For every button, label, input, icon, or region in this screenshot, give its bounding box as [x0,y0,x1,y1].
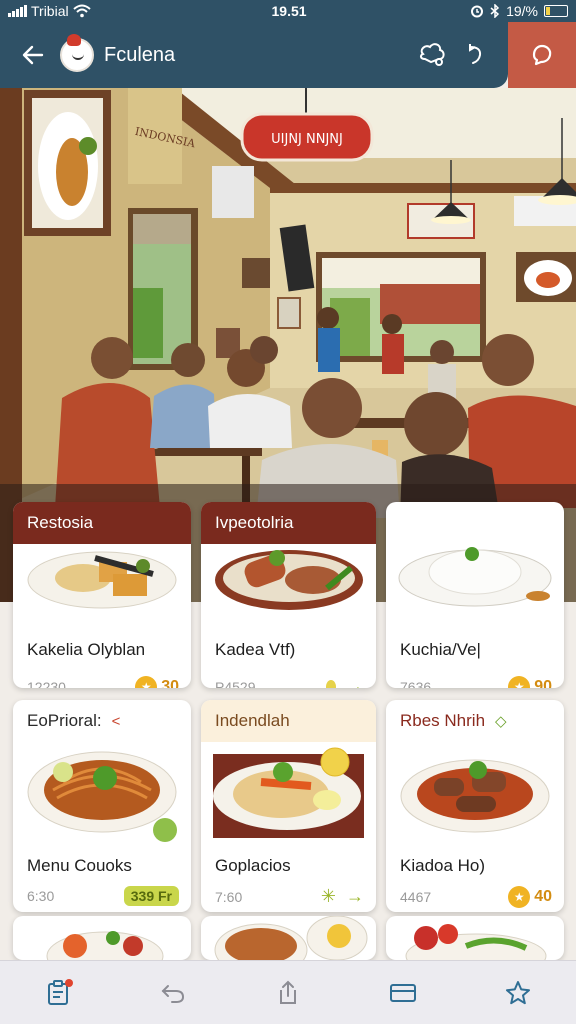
nav-share-button[interactable] [264,969,312,1017]
leaf-icon: ◇ [495,713,507,730]
dish-image [201,544,376,626]
card-footer: 6:30 339 Fr [13,876,191,906]
card-footer: 12230 ★ 30 [13,660,191,688]
menu-card[interactable] [386,916,564,960]
dish-image [386,544,564,626]
battery-percent: 19/% [506,3,538,19]
rating-value: 90 [534,678,552,688]
undo-arrow-icon [161,984,184,1003]
nav-orders-button[interactable] [34,969,82,1017]
dish-image [201,916,376,960]
chat-button[interactable] [508,22,576,88]
arrow-right-icon[interactable]: → [346,676,364,688]
menu-card[interactable]: Ivpeotolria Kadea Vtf) P4529 → [201,502,376,688]
rating-value: 339 Fr [123,886,179,906]
dish-name: Kakelia Olyblan [27,640,146,659]
dish-name: Kuchia/Ve| [400,640,481,659]
bluetooth-icon [490,4,500,18]
chevron-left-icon[interactable]: < [112,713,121,730]
wifi-icon [72,4,91,18]
rating-badge[interactable]: ★ 90 [508,676,552,688]
refresh-icon [469,44,482,64]
nav-back-button[interactable] [149,969,197,1017]
card-footer: 7636 ★ 90 [386,660,564,688]
category-label: Rbes Nhrih [400,711,486,730]
menu-card[interactable] [13,916,191,960]
arrow-right-icon[interactable]: → [346,886,364,907]
card-category: Rbes Nhrih ◇ [386,700,564,742]
status-right: 19/% [470,3,568,19]
clock: 19.51 [271,3,307,19]
star-icon: ★ [135,676,158,688]
rating-badge [326,679,336,688]
dish-image [13,544,191,626]
app-bar: Fculena [0,22,508,88]
back-button[interactable] [16,38,50,72]
menu-card[interactable]: Restosia Kakelia Olyblan 12230 ★ 30 [13,502,191,688]
dish-image [13,742,191,842]
status-bar: Tribial 19.51 19/% [0,0,576,22]
share-nodes-icon [419,43,445,66]
sparkle-icon: ✳ [320,886,336,906]
menu-card[interactable]: Rbes Nhrih ◇ Kiadoa Ho) 4467 ★ 40 [386,700,564,912]
dish-image [386,742,564,842]
signal-icon [8,5,27,17]
dish-name: Menu Couoks [27,856,132,875]
rating-value: 30 [161,678,179,688]
dish-price: P4529 [215,678,256,689]
lemon-icon [326,679,336,688]
card-category: EB [400,513,423,532]
dish-name: Kiadoa Ho) [400,856,486,875]
menu-card[interactable]: EoPrioral: < Menu Couoks 6:30 339 Fr [13,700,191,912]
logo-mascot-icon [60,34,94,72]
nav-cards-button[interactable] [379,969,427,1017]
card-category: EoPrioral: < [13,700,191,742]
dish-name: Goplacios [215,856,291,875]
share-up-icon [279,980,296,1004]
card-footer: 4467 ★ 40 [386,876,564,908]
battery-icon [544,5,568,17]
dish-name: Kadea Vtf) [215,640,296,659]
dish-price: 7636 [400,679,432,688]
share-button[interactable] [414,37,450,73]
dish-image [201,742,376,842]
star-icon: ★ [508,886,531,908]
card-category: Indendlah [201,700,376,742]
nav-favorites-button[interactable] [494,969,542,1017]
bottom-navigation [0,960,576,1024]
card-category: Ivpeotolria [201,502,376,544]
status-left: Tribial [8,3,198,19]
alarm-icon [471,5,484,18]
chat-icon [532,44,552,66]
refresh-button[interactable] [456,37,492,73]
dish-price: 7:60 [215,888,243,905]
rating-badge[interactable]: ★ 30 [135,676,179,688]
category-label: EoPrioral: [27,711,102,730]
dish-image [13,916,191,960]
back-arrow-icon [22,45,44,65]
hanging-lamp-sign: UIJNJ NNJNJ [271,132,343,147]
card-footer: 7:60 ✳ → [201,876,376,907]
star-icon [506,980,531,1004]
app-title: Fculena [104,43,176,66]
carrier-label: Tribial [31,3,69,19]
card-category: Restosia [13,502,191,544]
menu-card[interactable]: Indendlah Goplacios 7:60 ✳ → [201,700,376,912]
card-icon [390,983,417,1002]
dish-price: 4467 [400,889,432,905]
dish-price: 6:30 [27,888,55,904]
menu-card[interactable] [201,916,376,960]
rating-badge[interactable]: ★ 40 [508,886,552,908]
star-icon: ★ [508,676,531,688]
dish-image [386,916,564,960]
dish-price: 12230 [27,679,66,688]
rating-badge[interactable]: 339 Fr [123,886,179,906]
menu-card[interactable]: EB Kuchia/Ve| 7636 ★ 90 [386,502,564,688]
rating-value: 40 [534,888,552,905]
notification-dot [64,978,73,987]
card-footer: P4529 → [201,660,376,688]
